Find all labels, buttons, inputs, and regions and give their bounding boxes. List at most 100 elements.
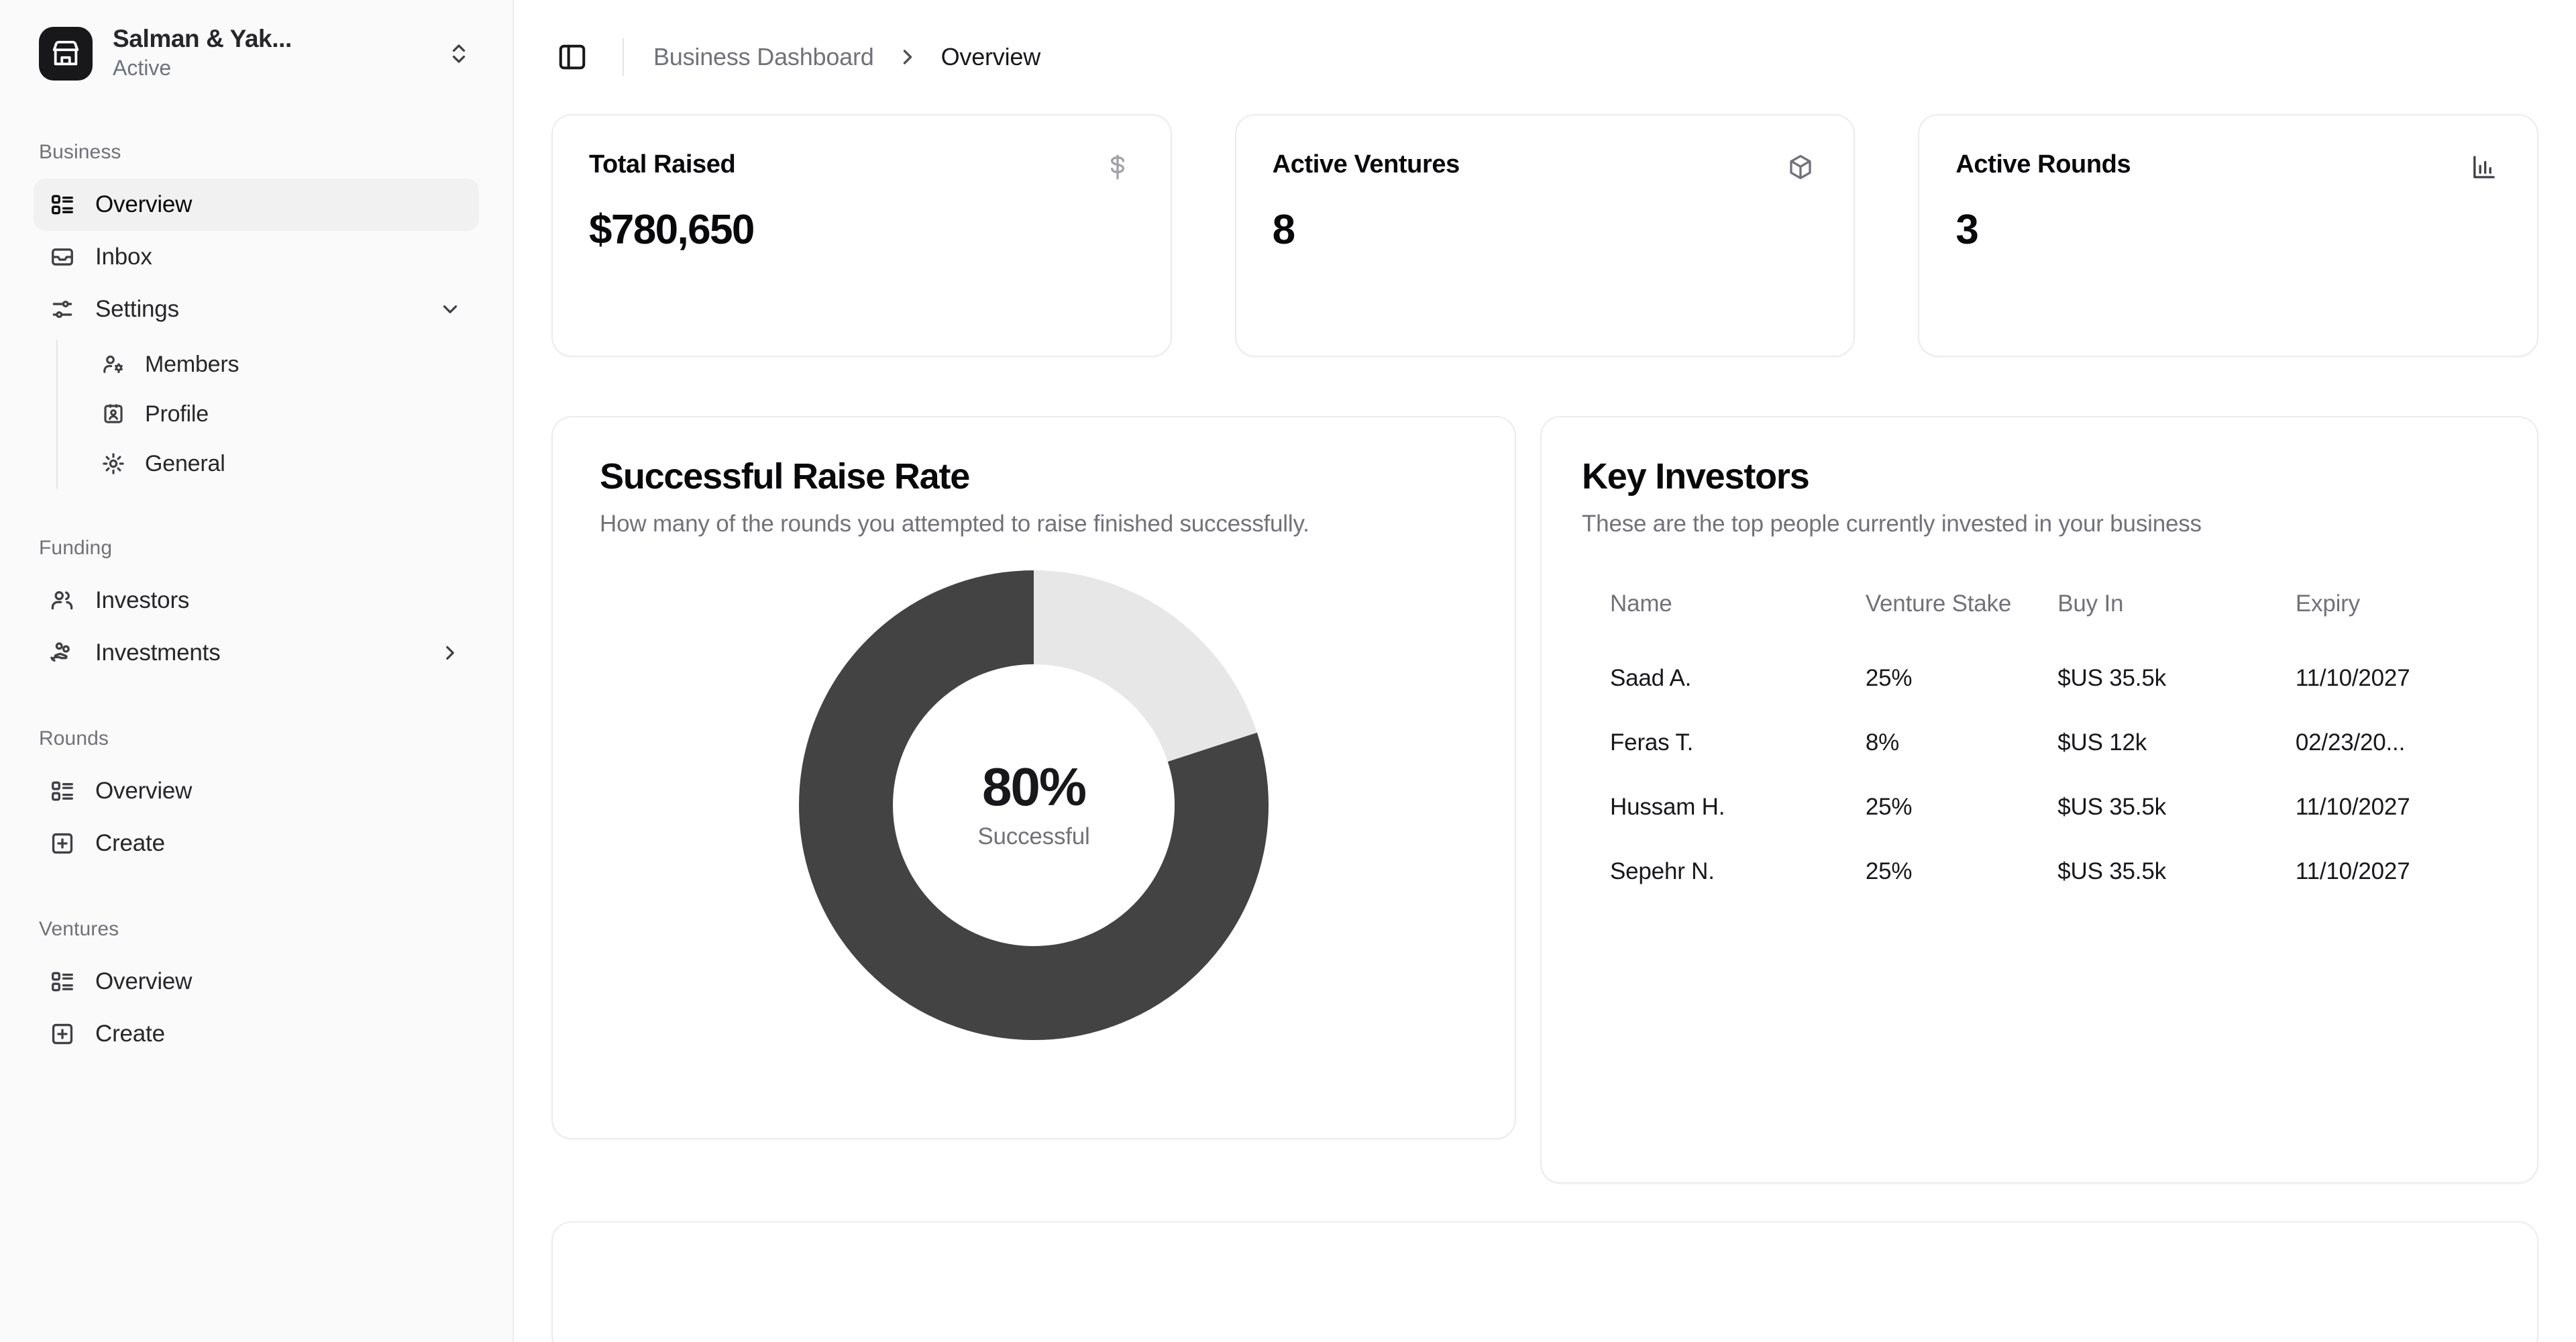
layout-list-icon <box>48 191 76 219</box>
donut-chart-svg <box>799 570 1269 1041</box>
card-title: Key Investors <box>1582 456 1810 497</box>
cell-expiry: 11/10/2027 <box>2295 858 2410 884</box>
panel-left-icon[interactable] <box>551 36 593 78</box>
cell-name: Hussam H. <box>1610 793 1725 820</box>
hand-coins-icon <box>48 639 76 667</box>
cell-name: Saad A. <box>1610 664 1692 691</box>
stat-card-header: Active Ventures <box>1273 150 1818 184</box>
topbar: Business Dashboard Overview <box>514 0 2576 114</box>
sidebar-item-rounds-create[interactable]: Create <box>34 817 479 870</box>
user-cog-icon <box>99 350 127 378</box>
nav-group-business: Business Overview Inbox Settings Members… <box>34 141 479 488</box>
app-root: Salman & Yak... Active Business Overview… <box>0 0 2576 1342</box>
cell-expiry: 11/10/2027 <box>2295 664 2410 691</box>
panel-row: Successful Raise Rate How many of the ro… <box>551 416 2538 1184</box>
stat-card-header: Active Rounds <box>1955 150 2501 184</box>
table-header-row: Name Venture Stake Buy In Expiry <box>1582 589 2497 646</box>
nav-group-ventures: Ventures Overview Create <box>34 918 479 1060</box>
cell-name: Sepehr N. <box>1610 858 1715 884</box>
investors-table-head: Name Venture Stake Buy In Expiry <box>1582 589 2497 646</box>
inbox-icon <box>48 243 76 271</box>
sidebar-item-ventures-create[interactable]: Create <box>34 1008 479 1060</box>
sidebar-item-settings[interactable]: Settings <box>34 283 479 336</box>
stat-card-value: $780,650 <box>589 207 755 253</box>
cell-buy-in: $US 35.5k <box>2057 664 2166 691</box>
investors-table-body: Saad A. 25% $US 35.5k 11/10/2027 Feras T… <box>1582 646 2497 904</box>
table-row[interactable]: Saad A. 25% $US 35.5k 11/10/2027 <box>1582 646 2497 711</box>
workspace-status: Active <box>113 56 172 81</box>
id-badge-icon <box>99 400 127 428</box>
chevrons-up-down-icon <box>447 42 474 66</box>
sidebar-item-label: Settings <box>95 296 179 322</box>
box-icon <box>1784 150 1817 184</box>
column-header-buy-in[interactable]: Buy In <box>2057 589 2296 646</box>
sidebar-item-label: Create <box>95 1021 165 1047</box>
cell-stake: 25% <box>1865 793 1913 820</box>
page-title: Successful Raise Rate <box>600 456 970 497</box>
plus-square-icon <box>48 1020 76 1048</box>
column-header-text: Venture Stake <box>1865 590 2012 617</box>
workspace-name: Salman & Yak... <box>113 24 292 52</box>
sliders-icon <box>48 295 76 323</box>
bar-chart-icon <box>2467 150 2501 184</box>
sidebar-item-general[interactable]: General <box>87 439 479 488</box>
plus-square-icon <box>48 829 76 858</box>
nav-group-label-funding: Funding <box>39 537 113 559</box>
nav-group-funding: Funding Investors Investments <box>34 537 479 679</box>
sidebar-item-label: Members <box>145 351 239 377</box>
cell-buy-in: $US 35.5k <box>2057 793 2166 820</box>
chevron-down-icon[interactable] <box>439 298 464 321</box>
workspace-switcher[interactable]: Salman & Yak... Active <box>34 0 479 107</box>
layout-list-icon <box>48 777 76 805</box>
stat-card-value: 3 <box>1955 207 1978 253</box>
card-subtitle: How many of the rounds you attempted to … <box>600 511 1309 537</box>
breadcrumb-parent[interactable]: Business Dashboard <box>653 43 874 71</box>
main-content: Business Dashboard Overview Total Raised <box>514 0 2576 1342</box>
nav-group-rounds: Rounds Overview Create <box>34 727 479 870</box>
stat-card-header: Total Raised <box>589 150 1134 184</box>
sidebar-item-profile[interactable]: Profile <box>87 389 479 439</box>
cell-stake: 25% <box>1865 858 1913 884</box>
cell-name: Feras T. <box>1610 729 1694 756</box>
table-row[interactable]: Sepehr N. 25% $US 35.5k 11/10/2027 <box>1582 839 2497 904</box>
cell-expiry: 11/10/2027 <box>2295 793 2410 820</box>
stat-card-active-rounds: Active Rounds 3 <box>1918 114 2539 357</box>
breadcrumb-current: Overview <box>941 43 1041 70</box>
column-header-expiry[interactable]: Expiry <box>2296 589 2497 646</box>
next-card-partial <box>551 1221 2538 1342</box>
column-header-name[interactable]: Name <box>1582 589 1866 646</box>
users-icon <box>48 586 76 615</box>
stat-card-total-raised: Total Raised $780,650 <box>551 114 1172 357</box>
sidebar-item-ventures-overview[interactable]: Overview <box>34 956 479 1008</box>
stat-card-active-ventures: Active Ventures 8 <box>1234 114 1856 357</box>
table-row[interactable]: Feras T. 8% $US 12k 02/23/20... <box>1582 711 2497 775</box>
chevron-right-icon <box>896 45 920 69</box>
sidebar-item-label: General <box>145 450 225 476</box>
topbar-divider <box>623 38 624 76</box>
investors-table: Name Venture Stake Buy In Expiry Saad A.… <box>1582 589 2497 904</box>
storefront-icon <box>39 27 93 81</box>
cell-buy-in: $US 35.5k <box>2057 858 2166 884</box>
sidebar-item-label: Inbox <box>95 244 152 270</box>
donut-chart-wrap: 80% Successful <box>600 570 1468 1041</box>
chevron-right-icon[interactable] <box>439 641 464 664</box>
sidebar-item-label: Investments <box>95 639 221 666</box>
stat-card-title: Total Raised <box>589 150 736 178</box>
stat-card-row: Total Raised $780,650 Active Ventures 8 … <box>551 114 2539 357</box>
sidebar: Salman & Yak... Active Business Overview… <box>0 0 514 1342</box>
sidebar-subnav-settings: Members Profile General <box>56 340 479 488</box>
sidebar-item-business-overview[interactable]: Overview <box>34 178 479 231</box>
sidebar-item-rounds-overview[interactable]: Overview <box>34 765 479 817</box>
sidebar-item-members[interactable]: Members <box>87 340 479 389</box>
stat-card-value: 8 <box>1272 207 1295 253</box>
cell-stake: 8% <box>1865 729 1900 756</box>
sidebar-item-inbox[interactable]: Inbox <box>34 231 479 283</box>
donut-chart: 80% Successful <box>799 570 1269 1041</box>
table-row[interactable]: Hussam H. 25% $US 35.5k 11/10/2027 <box>1582 775 2497 839</box>
cell-expiry: 02/23/20... <box>2295 729 2406 756</box>
sidebar-item-investments[interactable]: Investments <box>34 627 479 679</box>
dollar-sign-icon <box>1101 150 1134 184</box>
sidebar-item-investors[interactable]: Investors <box>34 574 479 627</box>
successful-raise-rate-card: Successful Raise Rate How many of the ro… <box>551 416 1516 1139</box>
column-header-venture-stake[interactable]: Venture Stake <box>1866 589 2057 646</box>
